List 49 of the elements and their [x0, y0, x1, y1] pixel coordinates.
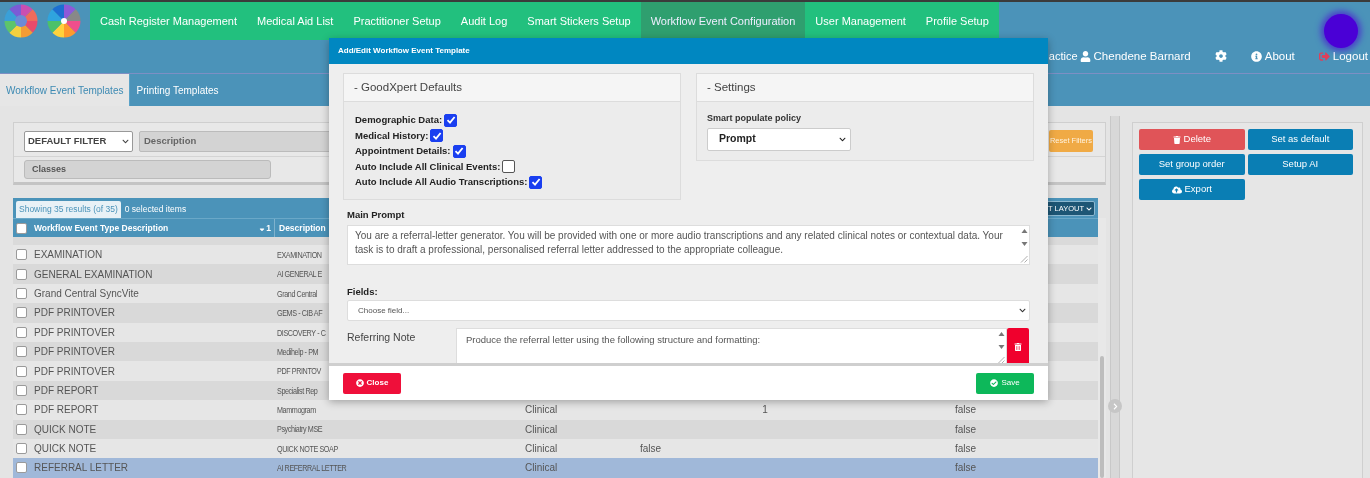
table-cell: AI GENERAL E: [277, 268, 322, 282]
option-label: Auto Include All Audio Transcriptions:: [355, 175, 528, 190]
option-label: Appointment Details:: [355, 144, 451, 159]
table-cell: QUICK NOTE: [34, 443, 97, 455]
table-cell: PDF PRINTOVER: [34, 365, 115, 377]
table-cell: Clinical: [525, 423, 558, 435]
field-label: Fields:: [347, 284, 379, 299]
option-label: Auto Include All Clinical Events:: [355, 159, 501, 174]
table-cell: PDF REPORT: [34, 404, 99, 416]
table-cell: PDF PRINTOVER: [34, 307, 115, 319]
table-cell: 1: [762, 404, 768, 416]
table-cell: PDF REPORT: [34, 384, 99, 396]
panel-title: - GoodXpert Defaults: [354, 79, 463, 95]
table-cell: false: [640, 443, 662, 455]
option-label: Demographic Data:: [355, 113, 443, 128]
modal-title: Add/Edit Workflow Event Template: [338, 45, 470, 57]
table-cell: EXAMINATION: [34, 249, 103, 261]
table-cell: Clinical: [525, 443, 558, 455]
table-cell-text: Grand Central: [277, 287, 317, 301]
table-cell: Mammogram: [277, 404, 316, 418]
table-cell: PDF PRINTOV: [277, 365, 321, 379]
table-cell: REFERRAL LETTER: [34, 462, 129, 474]
table-cell: Clinical: [525, 404, 558, 416]
table-cell: Psychiatry MSE: [277, 423, 323, 437]
table-cell-text: QUICK NOTE SOAP: [277, 442, 338, 456]
table-cell: QUICK NOTE: [34, 423, 97, 435]
panel-title: - Settings: [707, 79, 756, 95]
table-cell: PDF PRINTOVER: [34, 346, 115, 358]
selected-count: 0 selected items: [124, 203, 187, 217]
table-cell: false: [955, 423, 977, 435]
table-cell-text: Specialist Rep: [277, 384, 318, 398]
table-cell: PDF PRINTOVER: [34, 326, 115, 338]
table-cell: GEMS - CIB AF: [277, 307, 323, 321]
sort-order: 1: [266, 221, 271, 235]
table-cell: DISCOVERY - C: [277, 326, 326, 340]
option-label: Medical History:: [355, 128, 429, 143]
table-cell: false: [955, 443, 977, 455]
table-cell: Grand Central SyncVite: [34, 287, 139, 299]
results-count: Showing 35 results (of 35): [16, 201, 121, 218]
table-cell: GENERAL EXAMINATION: [34, 268, 153, 280]
table-cell: AI REFERRAL LETTER: [277, 462, 347, 476]
field-label: Smart populate policy: [707, 112, 803, 125]
table-cell: Clinical: [525, 462, 558, 474]
table-cell-text: EXAMINATION: [277, 248, 322, 262]
field-entry-label: Referring Note: [347, 330, 417, 345]
table-cell: false: [955, 462, 977, 474]
field-label: Main Prompt: [347, 207, 406, 222]
table-cell-text: Medihelp - PM: [277, 345, 319, 359]
table-cell: false: [955, 404, 977, 416]
